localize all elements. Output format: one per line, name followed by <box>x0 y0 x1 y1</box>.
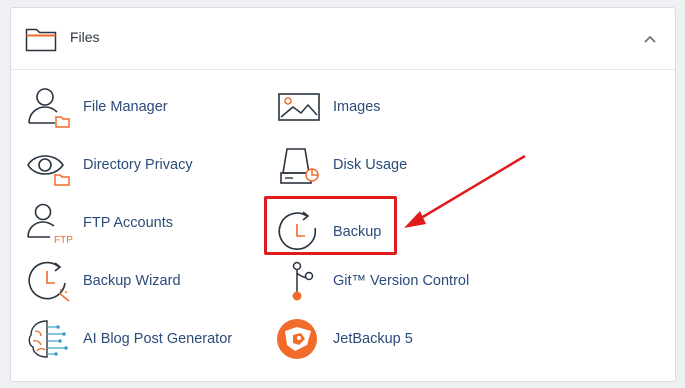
git-version-control-link[interactable]: Git™ Version Control <box>275 259 469 303</box>
folder-icon <box>25 28 57 52</box>
directory-privacy-icon <box>27 155 70 186</box>
ftp-accounts-icon: FTP <box>27 203 73 245</box>
images-link[interactable]: Images <box>275 85 381 129</box>
file-manager-icon <box>28 88 70 128</box>
ai-blog-post-generator-label: AI Blog Post Generator <box>83 331 233 347</box>
backup-wizard-label: Backup Wizard <box>83 273 181 289</box>
ai-blog-post-generator-icon <box>28 320 68 358</box>
backup-highlight-box <box>264 196 397 255</box>
ftp-accounts-link[interactable]: FTP FTP Accounts <box>25 201 173 245</box>
directory-privacy-label: Directory Privacy <box>83 157 193 173</box>
backup-wizard-link[interactable]: Backup Wizard <box>25 259 181 303</box>
section-title: Files <box>70 29 100 45</box>
backup-wizard-icon <box>28 261 70 302</box>
images-label: Images <box>333 99 381 115</box>
jetbackup-icon <box>277 319 317 359</box>
chevron-up-icon[interactable] <box>643 32 657 46</box>
jetbackup-link[interactable]: JetBackup 5 <box>275 317 413 361</box>
git-version-control-label: Git™ Version Control <box>333 273 470 289</box>
ftp-badge-text: FTP <box>54 235 73 245</box>
disk-usage-icon <box>280 148 319 184</box>
file-manager-label: File Manager <box>83 99 168 115</box>
ai-blog-post-generator-link[interactable]: AI Blog Post Generator <box>25 317 232 361</box>
images-icon <box>278 93 320 121</box>
git-version-control-icon <box>292 261 314 301</box>
annotation-arrow-icon <box>404 154 526 228</box>
file-manager-link[interactable]: File Manager <box>25 85 168 129</box>
ftp-accounts-label: FTP Accounts <box>83 215 173 231</box>
files-section-header[interactable]: Files <box>11 8 675 70</box>
files-section-panel: Files File Manager Directory Privacy FTP <box>10 7 676 382</box>
jetbackup-label: JetBackup 5 <box>333 331 413 347</box>
disk-usage-link[interactable]: Disk Usage <box>275 143 407 187</box>
directory-privacy-link[interactable]: Directory Privacy <box>25 143 193 187</box>
